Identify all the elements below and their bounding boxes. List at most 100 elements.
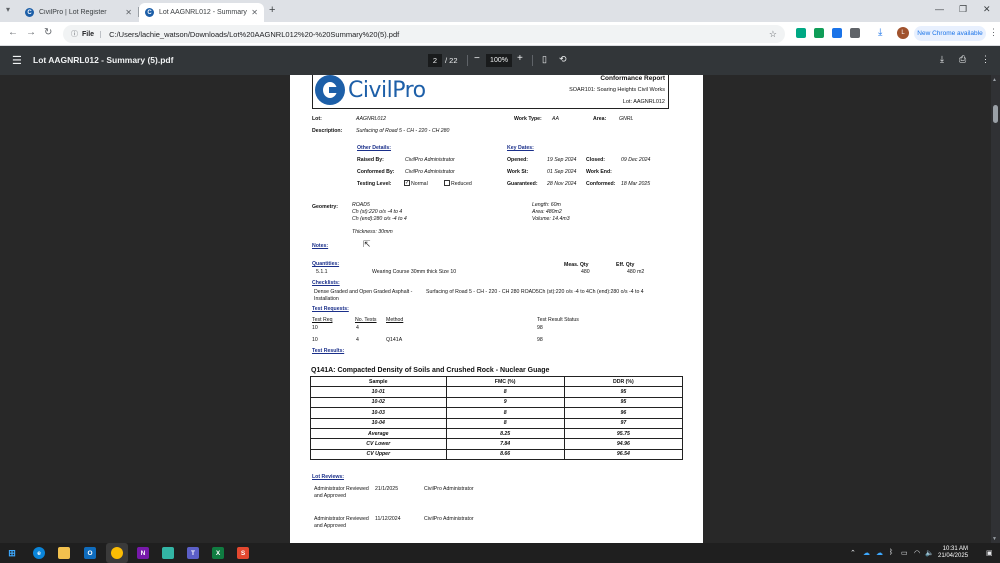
table-row: 10-03 8 96 bbox=[310, 407, 684, 419]
mouse-cursor-icon: ⇱ bbox=[363, 239, 371, 249]
extension-icon[interactable] bbox=[832, 28, 842, 38]
ddr-cell: 94.96 bbox=[563, 438, 684, 450]
tab-strip: ▾ C CivilPro | Lot Register ✕ C Lot AAGN… bbox=[0, 0, 1000, 22]
chrome-icon[interactable] bbox=[111, 547, 123, 559]
show-hidden-icons-icon[interactable]: ⌃ bbox=[850, 549, 856, 557]
method-cell: Q141A bbox=[386, 337, 403, 343]
work-end-label: Work End: bbox=[586, 169, 612, 175]
battery-icon[interactable]: ▭ bbox=[901, 549, 908, 557]
work-type-value: AA bbox=[552, 116, 559, 122]
close-tab-icon[interactable]: ✕ bbox=[125, 8, 132, 17]
zoom-level-input[interactable]: 100% bbox=[486, 54, 512, 67]
scrollbar-track[interactable] bbox=[991, 75, 1000, 543]
onenote-icon[interactable]: N bbox=[137, 547, 149, 559]
edge-icon[interactable]: e bbox=[33, 547, 45, 559]
table-header-row: Sample FMC (%) DDR (%) bbox=[310, 375, 684, 388]
close-window-icon[interactable]: ✕ bbox=[983, 4, 991, 15]
civilpro-logo-icon bbox=[315, 75, 345, 105]
chrome-menu-icon[interactable]: ⋮ bbox=[989, 27, 998, 38]
info-icon[interactable]: ⓘ bbox=[71, 29, 78, 39]
system-clock[interactable]: 10:31 AM 21/04/2025 bbox=[938, 546, 968, 560]
tab-search-icon[interactable]: ▾ bbox=[6, 5, 10, 14]
outlook-icon[interactable]: O bbox=[84, 547, 96, 559]
download-icon[interactable]: ⤓ bbox=[878, 27, 882, 38]
print-icon[interactable]: ⎙ bbox=[959, 54, 966, 65]
review-date: 21/1/2025 bbox=[375, 486, 399, 492]
back-icon[interactable]: ← bbox=[8, 27, 18, 38]
scroll-up-icon[interactable]: ▲ bbox=[992, 77, 997, 83]
no-tests-header: No. Tests bbox=[355, 317, 377, 323]
quantities-heading: Quantities: bbox=[312, 261, 340, 267]
table-row: Average 8.25 95.75 bbox=[310, 427, 684, 440]
tab-title: CivilPro | Lot Register bbox=[39, 9, 107, 16]
zoom-in-icon[interactable]: + bbox=[517, 53, 523, 64]
test-req-cell: 10 bbox=[312, 325, 318, 331]
checklists-heading: Checklists: bbox=[312, 280, 340, 286]
page-number-input[interactable]: 2 bbox=[428, 54, 442, 67]
logo-text: CivilPro bbox=[348, 77, 426, 103]
new-tab-icon[interactable]: + bbox=[269, 4, 275, 16]
conformed-label: Conformed: bbox=[586, 181, 616, 187]
lot-value: AAGNRL012 bbox=[356, 116, 386, 122]
table-row: CV Upper 8.66 96.54 bbox=[310, 448, 684, 461]
menu-icon[interactable]: ☰ bbox=[12, 54, 22, 67]
scrollbar-thumb[interactable] bbox=[993, 105, 998, 123]
page-total: / 22 bbox=[445, 56, 458, 65]
close-tab-icon[interactable]: ✕ bbox=[251, 8, 258, 17]
ddr-header: DDR (%) bbox=[563, 375, 684, 388]
url-text[interactable]: C:/Users/lachie_watson/Downloads/Lot%20A… bbox=[109, 30, 769, 39]
quantity-description: Wearing Course 30mm thick Size 10 bbox=[372, 269, 457, 275]
more-options-icon[interactable]: ⋮ bbox=[981, 54, 990, 65]
excel-icon[interactable]: X bbox=[212, 547, 224, 559]
volume-value: Volume: 14.4m3 bbox=[532, 216, 570, 222]
test-req-header: Test Req bbox=[312, 317, 333, 323]
table-row: 10-01 8 95 bbox=[310, 386, 684, 398]
fmc-cell: 8 bbox=[445, 417, 565, 429]
work-start-value: 01 Sep 2024 bbox=[547, 169, 577, 175]
area-m2-value: Area: 480m2 bbox=[532, 209, 562, 215]
extension-icon[interactable] bbox=[796, 28, 806, 38]
windows-start-icon[interactable]: ⊞ bbox=[6, 547, 18, 559]
extension-icon[interactable] bbox=[814, 28, 824, 38]
toolbar-divider bbox=[532, 55, 533, 66]
conformed-value: 18 Mar 2025 bbox=[621, 181, 651, 187]
raised-by-label: Raised By: bbox=[357, 157, 384, 163]
file-label: File bbox=[82, 30, 102, 38]
bluetooth-icon[interactable]: ᛒ bbox=[889, 549, 893, 556]
forward-icon[interactable]: → bbox=[26, 27, 36, 38]
teams-icon[interactable]: T bbox=[187, 547, 199, 559]
onedrive-icon[interactable]: ☁ bbox=[863, 549, 870, 557]
taskbar: ⊞ e O N T X S ⌃ ☁ ☁ ᛒ ▭ ◠ 🔈 10:31 AM 21/… bbox=[0, 543, 1000, 563]
testing-level-label: Testing Level: bbox=[357, 181, 392, 187]
onedrive-icon[interactable]: ☁ bbox=[876, 549, 883, 557]
app-icon[interactable] bbox=[162, 547, 174, 559]
new-chrome-available-button[interactable]: New Chrome available bbox=[914, 26, 986, 41]
rotate-icon[interactable]: ⟲ bbox=[559, 54, 567, 65]
bookmark-star-icon[interactable]: ☆ bbox=[769, 29, 777, 40]
reload-icon[interactable]: ↻ bbox=[44, 27, 52, 38]
fmc-cell: 9 bbox=[445, 396, 565, 409]
notification-icon[interactable]: ▣ bbox=[986, 549, 993, 557]
scroll-down-icon[interactable]: ▼ bbox=[992, 536, 997, 542]
review-role: Administrator Reviewed bbox=[314, 486, 369, 492]
address-bar[interactable]: ⓘ File C:/Users/lachie_watson/Downloads/… bbox=[63, 25, 785, 43]
app-icon[interactable]: S bbox=[237, 547, 249, 559]
volume-icon[interactable]: 🔈 bbox=[925, 549, 934, 557]
fmc-cell: 8.25 bbox=[445, 427, 565, 440]
restore-icon[interactable]: ❐ bbox=[959, 4, 967, 15]
zoom-out-icon[interactable]: − bbox=[474, 53, 480, 64]
sample-cell: 10-04 bbox=[310, 417, 447, 429]
conformed-by-value: CivilPro Administrator bbox=[405, 169, 455, 175]
wifi-icon[interactable]: ◠ bbox=[914, 549, 920, 557]
extensions-puzzle-icon[interactable] bbox=[850, 28, 860, 38]
lot-label: Lot: bbox=[312, 116, 322, 122]
browser-toolbar: ← → ↻ ⓘ File C:/Users/lachie_watson/Down… bbox=[0, 22, 1000, 46]
profile-avatar[interactable]: L bbox=[897, 27, 909, 39]
tab-summary-pdf[interactable]: C Lot AAGNRL012 - Summary (5). ✕ bbox=[139, 3, 264, 22]
tab-lot-register[interactable]: C CivilPro | Lot Register ✕ bbox=[19, 3, 138, 22]
fit-page-icon[interactable]: ▯ bbox=[542, 54, 547, 65]
download-pdf-icon[interactable]: ⤓ bbox=[940, 54, 944, 65]
no-tests-cell: 4 bbox=[356, 325, 359, 331]
file-explorer-icon[interactable] bbox=[58, 547, 70, 559]
minimize-icon[interactable]: — bbox=[935, 4, 944, 14]
